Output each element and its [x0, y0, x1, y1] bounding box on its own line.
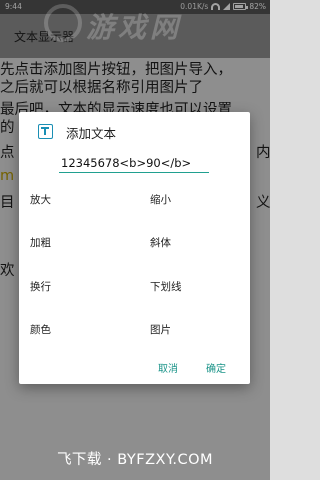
- watermark: 游戏网: [86, 11, 183, 44]
- footer-watermark: 飞下载 · BYFZXY.COM: [56, 452, 214, 468]
- dialog-header: 添加文本: [19, 112, 250, 148]
- text-tool-icon: [38, 124, 53, 139]
- watermark-logo: [44, 330, 82, 368]
- option-bold[interactable]: 加粗: [30, 235, 51, 250]
- option-shrink[interactable]: 缩小: [150, 192, 171, 207]
- watermark-logo: [44, 4, 82, 42]
- text-input[interactable]: [59, 155, 209, 173]
- option-enlarge[interactable]: 放大: [30, 192, 51, 207]
- dialog-title: 添加文本: [66, 126, 117, 141]
- confirm-button[interactable]: 确定: [206, 360, 226, 375]
- watermark: 游戏网: [86, 333, 183, 366]
- option-underline[interactable]: 下划线: [150, 279, 182, 294]
- option-newline[interactable]: 换行: [30, 279, 51, 294]
- option-italic[interactable]: 斜体: [150, 235, 171, 250]
- option-color[interactable]: 颜色: [30, 322, 51, 337]
